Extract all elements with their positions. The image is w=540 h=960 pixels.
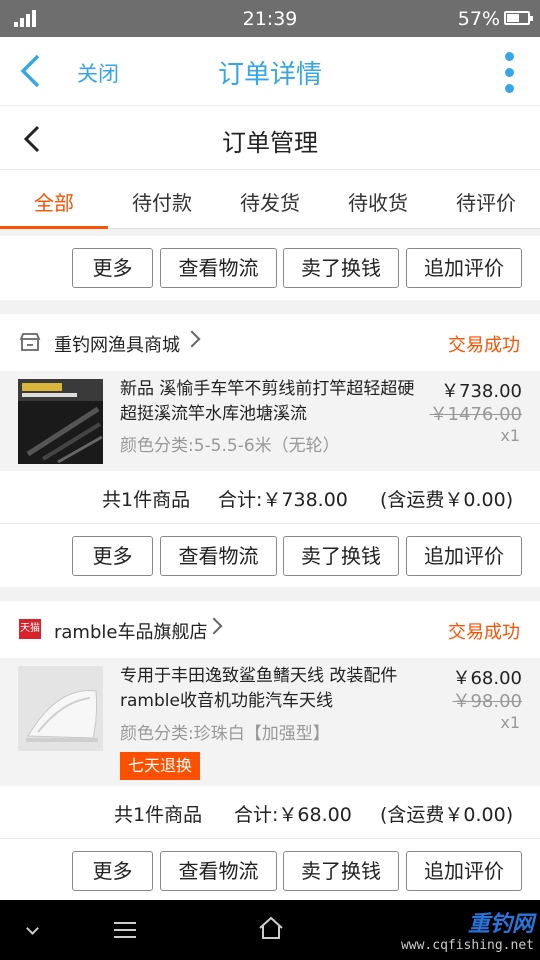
product-spec: 颜色分类:珍珠白【加强型】	[120, 724, 330, 744]
status-bar: 21:39 57%	[0, 0, 540, 37]
watermark: 重钓网 www.cqfishing.net	[401, 906, 534, 953]
system-nav-bar: 重钓网 www.cqfishing.net	[0, 900, 540, 960]
shipping-fee: (含运费￥0.00)	[380, 804, 514, 826]
chevron-down-icon[interactable]	[26, 922, 39, 935]
order-total: 合计:￥68.00	[234, 804, 352, 826]
tab-pending-shipment[interactable]: 待发货	[216, 170, 324, 228]
shop-header[interactable]: 天猫 ramble车品旗舰店 交易成功	[0, 601, 540, 658]
original-price: ￥1476.00	[429, 404, 522, 425]
tab-pending-payment[interactable]: 待付款	[108, 170, 216, 228]
more-button[interactable]: 更多	[72, 536, 153, 576]
tmall-badge-text: 天猫	[20, 623, 40, 634]
watermark-brand: 重钓网	[467, 912, 534, 937]
more-menu-icon[interactable]	[505, 52, 514, 93]
product-image[interactable]	[18, 666, 103, 751]
product-image[interactable]	[18, 379, 103, 464]
shop-name[interactable]: 重钓网渔具商城	[54, 331, 180, 357]
chevron-right-icon	[183, 330, 201, 348]
add-review-button[interactable]: 追加评价	[406, 536, 522, 576]
order-item[interactable]: 新品 溪愉手车竿不剪线前打竿超轻超硬超挺溪流竿水库池塘溪流 颜色分类:5-5.5…	[0, 371, 540, 471]
item-count: 共1件商品	[114, 804, 203, 826]
item-count: 共1件商品	[102, 489, 191, 511]
shipping-fee: (含运费￥0.00)	[380, 489, 514, 511]
resell-button[interactable]: 卖了换钱	[283, 248, 399, 288]
resell-button[interactable]: 卖了换钱	[283, 536, 399, 576]
product-title[interactable]: 专用于丰田逸致鲨鱼鳍天线 改装配件ramble收音机功能汽车天线	[120, 664, 420, 714]
order-summary: 共1件商品 合计:￥738.00 (含运费￥0.00)	[0, 471, 540, 523]
action-row: 更多 查看物流 卖了换钱 追加评价	[0, 236, 540, 300]
order-list: 更多 查看物流 卖了换钱 追加评价 重钓网渔具商城 交易成功 新品 溪愉手车竿不…	[0, 236, 540, 902]
original-price: ￥98.00	[452, 691, 522, 712]
page-title: 订单详情	[217, 60, 322, 90]
add-review-button[interactable]: 追加评价	[406, 248, 522, 288]
shop-header[interactable]: 重钓网渔具商城 交易成功	[0, 314, 540, 371]
more-button[interactable]: 更多	[72, 248, 153, 288]
action-row: 更多 查看物流 卖了换钱 追加评价	[0, 523, 540, 587]
chevron-right-icon	[205, 617, 223, 635]
resell-button[interactable]: 卖了换钱	[283, 851, 399, 891]
battery-percent: 57%	[457, 8, 500, 30]
more-button[interactable]: 更多	[72, 851, 153, 891]
order-summary: 共1件商品 合计:￥68.00 (含运费￥0.00)	[0, 786, 540, 838]
menu-icon[interactable]	[114, 922, 136, 943]
order-header: 订单管理	[0, 105, 540, 169]
quantity: x1	[500, 426, 520, 445]
view-logistics-button[interactable]: 查看物流	[160, 536, 277, 576]
seven-day-return-badge: 七天退换	[120, 752, 201, 780]
top-nav: 关闭 订单详情	[0, 37, 540, 105]
store-icon	[19, 332, 41, 352]
battery-icon	[504, 11, 533, 25]
view-logistics-button[interactable]: 查看物流	[160, 248, 277, 288]
add-review-button[interactable]: 追加评价	[406, 851, 522, 891]
order-card: 重钓网渔具商城 交易成功 新品 溪愉手车竿不剪线前打竿超轻超硬超挺溪流竿水库池塘…	[0, 314, 540, 587]
order-status: 交易成功	[448, 622, 520, 643]
header-title: 订单管理	[222, 129, 318, 157]
product-spec: 颜色分类:5-5.5-6米（无轮）	[120, 436, 340, 456]
tab-pending-review[interactable]: 待评价	[432, 170, 540, 228]
view-logistics-button[interactable]: 查看物流	[160, 851, 277, 891]
order-card: 天猫 ramble车品旗舰店 交易成功 专用于丰田逸致鲨鱼鳍天线 改装配件ram…	[0, 601, 540, 902]
tab-bar: 全部 待付款 待发货 待收货 待评价	[0, 169, 540, 229]
watermark-url: www.cqfishing.net	[400, 938, 534, 953]
tab-pending-receipt[interactable]: 待收货	[324, 170, 432, 228]
tmall-icon: 天猫	[19, 619, 41, 639]
product-title[interactable]: 新品 溪愉手车竿不剪线前打竿超轻超硬超挺溪流竿水库池塘溪流	[120, 377, 420, 427]
quantity: x1	[500, 713, 520, 732]
home-icon[interactable]	[258, 916, 284, 944]
order-status: 交易成功	[448, 335, 520, 356]
action-row: 更多 查看物流 卖了换钱 追加评价	[0, 838, 540, 902]
tab-all[interactable]: 全部	[0, 170, 108, 229]
order-total: 合计:￥738.00	[218, 489, 348, 511]
shop-name[interactable]: ramble车品旗舰店	[54, 618, 207, 644]
order-item[interactable]: 专用于丰田逸致鲨鱼鳍天线 改装配件ramble收音机功能汽车天线 颜色分类:珍珠…	[0, 658, 540, 786]
